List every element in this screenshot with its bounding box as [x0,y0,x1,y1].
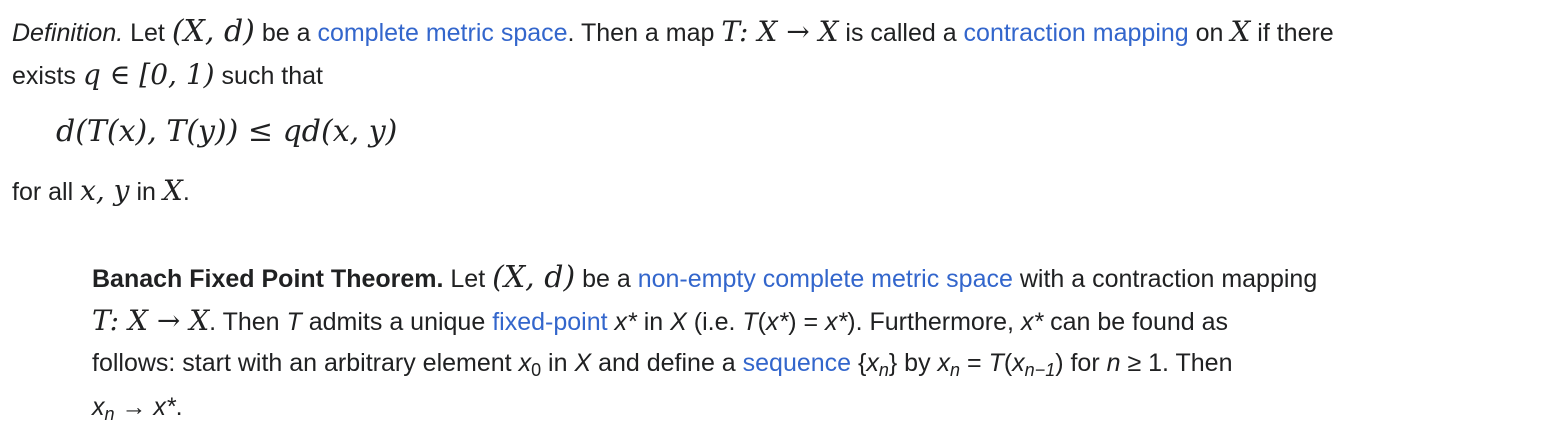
theorem-line-1: Banach Fixed Point Theorem. Let (X, d) b… [92,263,1317,293]
article-content: Definition. Let (X, d) be a complete met… [0,0,1542,438]
subscript-n: n [104,404,115,424]
contraction-formula: d(T(x), T(y)) ≤ qd(x, y) [56,114,398,149]
text: if there [1250,19,1334,47]
text: → [114,393,154,421]
link-complete-metric-space[interactable]: complete metric space [317,19,567,47]
definition-line-3: for all x, y in X. [12,177,190,205]
definition-label: Definition. [12,19,124,47]
math-space: (X, d) [171,14,255,49]
var-X: X [670,308,687,336]
text: in [541,349,575,377]
math-xy: x, y [80,174,130,207]
text: Let [123,19,172,47]
var-X: X [574,349,592,377]
var-T: T [286,308,302,336]
var-T: T [742,308,758,336]
var-xstar: x* [825,308,848,336]
theorem-line-4: xn → x*. [92,393,183,424]
text: exists [12,62,83,90]
text [608,308,615,336]
text: ( [1003,349,1013,377]
var-n: n [1106,349,1121,377]
text: ). Furthermore, [847,308,1021,336]
text: . [175,393,183,421]
math-space: (X, d) [492,260,576,295]
link-fixed-point[interactable]: fixed-point [492,308,607,336]
math-q-range: q ∈ [0, 1) [82,58,215,91]
text: follows: start with an arbitrary element [92,349,519,377]
text: with a contraction mapping [1012,265,1318,293]
text: . [182,178,190,206]
text: such that [214,62,323,90]
text: and define a [591,349,743,377]
text: ) for [1055,349,1107,377]
var-x: x [1012,349,1025,377]
var-x: x [92,393,105,421]
math-X: X [1230,15,1251,48]
text: } by [888,349,938,377]
subscript-n: n [950,360,961,380]
theorem-line-3: follows: start with an arbitrary element… [92,349,1233,380]
subscript-n-minus-1: n−1 [1024,360,1056,380]
link-sequence[interactable]: sequence [743,349,851,377]
text: in [129,178,163,206]
text: { [851,349,867,377]
text: be a [254,19,318,47]
var-xstar: x* [765,308,789,336]
definition-line-2: exists q ∈ [0, 1) such that [12,61,323,89]
var-xstar: x* [1020,308,1044,336]
subscript-0: 0 [531,360,542,380]
theorem-line-2: T: X → X. Then T admits a unique fixed-p… [92,307,1228,335]
text: (i.e. [686,308,743,336]
text: can be found as [1043,308,1229,336]
var-T: T [988,349,1004,377]
var-xstar: x* [614,308,637,336]
var-xstar: x* [153,393,176,421]
text: . Then a map [567,19,722,47]
math-map: T: X → X [721,15,839,48]
text: Let [443,265,493,293]
text: . Then [209,308,287,336]
link-contraction-mapping[interactable]: contraction mapping [964,19,1189,47]
text: = [960,349,989,377]
text: admits a unique [301,308,493,336]
theorem-label: Banach Fixed Point Theorem. [92,265,444,293]
math-X: X [162,174,183,207]
text: is called a [838,19,964,47]
definition-line-1: Definition. Let (X, d) be a complete met… [12,17,1334,47]
text: be a [575,265,638,293]
text: in [636,308,671,336]
subscript-n: n [878,360,889,380]
text: ) = [788,308,826,336]
var-x: x [518,349,532,377]
text: ( [757,308,766,336]
link-non-empty-complete-metric-space[interactable]: non-empty complete metric space [638,265,1013,293]
text: for all [12,178,81,206]
text: ≥ 1. Then [1120,349,1233,377]
text: on [1188,19,1231,47]
math-map: T: X → X [92,304,210,337]
var-x: x [866,349,879,377]
var-x: x [937,349,951,377]
